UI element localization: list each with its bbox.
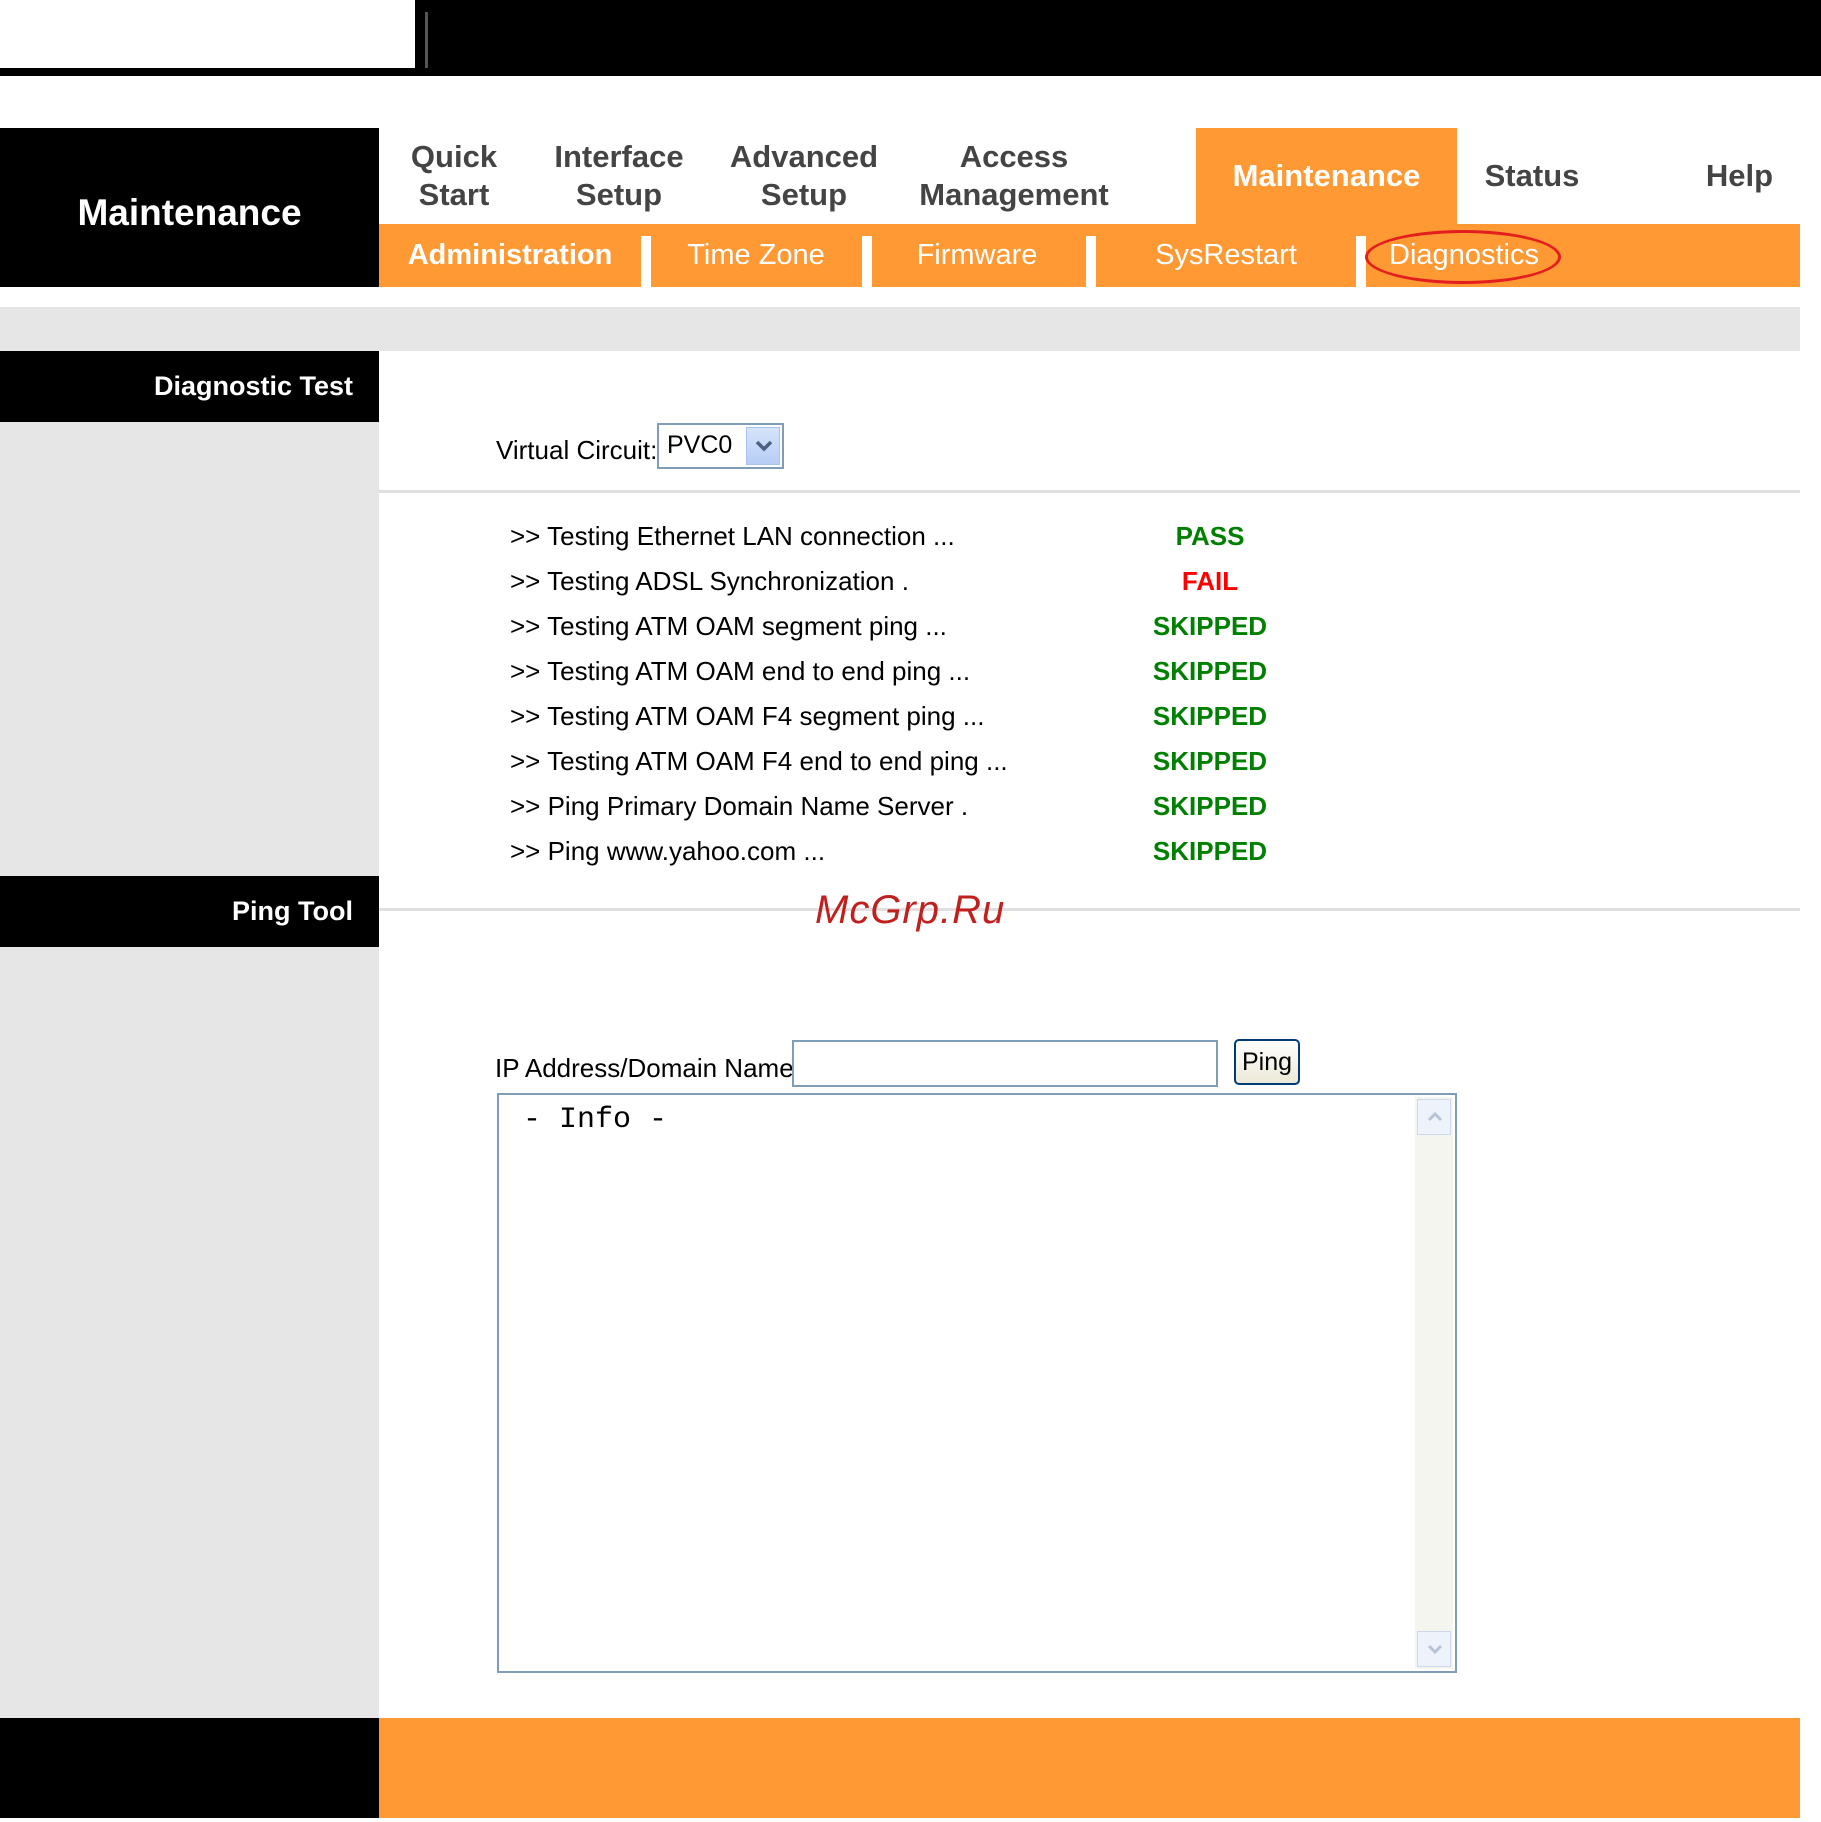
test-row: >> Testing ADSL Synchronization . FAIL (510, 566, 1370, 611)
test-result: SKIPPED (1152, 746, 1268, 776)
footer-left (0, 1718, 379, 1818)
scroll-down-icon[interactable] (1417, 1631, 1451, 1667)
test-label: >> Ping Primary Domain Name Server . (510, 791, 969, 821)
tab-access-management[interactable]: Access Management (899, 128, 1129, 224)
test-label: >> Testing ADSL Synchronization . (510, 566, 909, 596)
subtab-sysrestart[interactable]: SysRestart (1096, 224, 1356, 287)
section-title: Maintenance (0, 128, 379, 287)
info-textarea[interactable]: - Info - (497, 1093, 1457, 1673)
tab-status[interactable]: Status (1457, 128, 1607, 224)
test-label: >> Testing ATM OAM end to end ping ... (510, 656, 971, 686)
test-label: >> Ping www.yahoo.com ... (510, 836, 826, 866)
banner-separator (425, 12, 428, 68)
scroll-up-icon[interactable] (1417, 1099, 1451, 1135)
subtab-separator (1356, 236, 1366, 287)
test-result: SKIPPED (1152, 836, 1268, 866)
divider (379, 490, 1800, 493)
test-row: >> Testing Ethernet LAN connection ... P… (510, 521, 1370, 566)
tab-interface-setup[interactable]: Interface Setup (529, 128, 709, 224)
test-result: SKIPPED (1152, 701, 1268, 731)
subtab-time-zone[interactable]: Time Zone (651, 224, 861, 287)
test-row: >> Ping www.yahoo.com ... SKIPPED (510, 836, 1370, 881)
test-label: >> Testing ATM OAM F4 segment ping ... (510, 701, 985, 731)
watermark: McGrp.Ru (815, 888, 1006, 932)
test-row: >> Testing ATM OAM F4 end to end ping ..… (510, 746, 1370, 791)
test-result: FAIL (1181, 566, 1239, 596)
test-result: PASS (1175, 521, 1245, 551)
subtab-separator (641, 236, 651, 287)
sub-nav: Administration Time Zone Firmware SysRes… (379, 224, 1800, 287)
logo-underline (8, 68, 415, 76)
footer-bar (379, 1718, 1800, 1818)
test-result: SKIPPED (1152, 611, 1268, 641)
subtab-separator (1086, 236, 1096, 287)
virtual-circuit-label: Virtual Circuit: (496, 435, 658, 465)
test-result: SKIPPED (1152, 656, 1268, 686)
test-row: >> Ping Primary Domain Name Server . SKI… (510, 791, 1370, 836)
ip-address-label: IP Address/Domain Name: (495, 1053, 801, 1083)
info-text: - Info - (523, 1103, 668, 1137)
tab-maintenance[interactable]: Maintenance (1196, 128, 1457, 224)
test-result: SKIPPED (1152, 791, 1268, 821)
tab-help[interactable]: Help (1679, 128, 1800, 224)
tab-advanced-setup[interactable]: Advanced Setup (709, 128, 899, 224)
diagnostic-test-label: Diagnostic Test (0, 351, 379, 422)
chevron-down-icon[interactable] (746, 427, 780, 465)
ping-tool-label: Ping Tool (0, 876, 379, 947)
tab-quick-start[interactable]: Quick Start (379, 128, 529, 224)
ping-button[interactable]: Ping (1234, 1039, 1300, 1085)
header-spacer (0, 307, 1800, 351)
main-nav: Quick Start Interface Setup Advanced Set… (379, 128, 1800, 224)
virtual-circuit-value: PVC0 (667, 431, 733, 459)
subtab-administration[interactable]: Administration (379, 224, 641, 287)
divider (379, 908, 1800, 911)
subtab-diagnostics[interactable]: Diagnostics (1366, 224, 1562, 287)
test-row: >> Testing ATM OAM segment ping ... SKIP… (510, 611, 1370, 656)
test-row: >> Testing ATM OAM F4 segment ping ... S… (510, 701, 1370, 746)
virtual-circuit-select[interactable]: PVC0 (657, 423, 784, 469)
logo-area (0, 0, 415, 68)
ip-address-input[interactable] (792, 1040, 1218, 1087)
subtab-separator (862, 236, 872, 287)
subtab-firmware[interactable]: Firmware (872, 224, 1082, 287)
test-row: >> Testing ATM OAM end to end ping ... S… (510, 656, 1370, 701)
test-label: >> Testing ATM OAM F4 end to end ping ..… (510, 746, 1008, 776)
test-label: >> Testing Ethernet LAN connection ... (510, 521, 955, 551)
left-sidebar (0, 351, 379, 1718)
scrollbar[interactable] (1415, 1097, 1453, 1669)
test-label: >> Testing ATM OAM segment ping ... (510, 611, 947, 641)
